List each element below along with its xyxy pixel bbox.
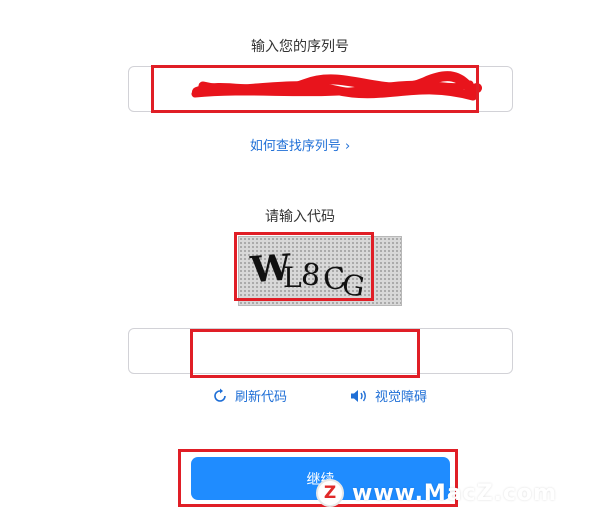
redaction-scribble: [191, 71, 482, 101]
captcha-glyphs: W L 8 C G: [248, 246, 368, 303]
refresh-code-button[interactable]: 刷新代码: [211, 386, 287, 405]
captcha-image: W L 8 C G: [238, 236, 402, 306]
refresh-code-label: 刷新代码: [235, 390, 288, 405]
captcha-title: 请输入代码: [265, 209, 335, 225]
captcha-code-input[interactable]: [129, 329, 512, 373]
find-serial-link[interactable]: 如何查找序列号 ›: [0, 135, 600, 154]
vision-impaired-button[interactable]: 视觉障碍: [349, 386, 427, 405]
svg-text:8: 8: [299, 257, 322, 294]
speaker-icon: [351, 389, 366, 402]
svg-text:G: G: [340, 267, 368, 303]
captcha-code-field[interactable]: [128, 328, 513, 374]
find-serial-label: 如何查找序列号: [249, 139, 341, 154]
chevron-right-icon: ›: [344, 139, 351, 154]
refresh-icon: [214, 388, 226, 402]
serial-number-title: 输入您的序列号: [251, 39, 349, 55]
vision-impaired-label: 视觉障碍: [375, 390, 428, 405]
continue-button[interactable]: 继续: [191, 457, 450, 500]
